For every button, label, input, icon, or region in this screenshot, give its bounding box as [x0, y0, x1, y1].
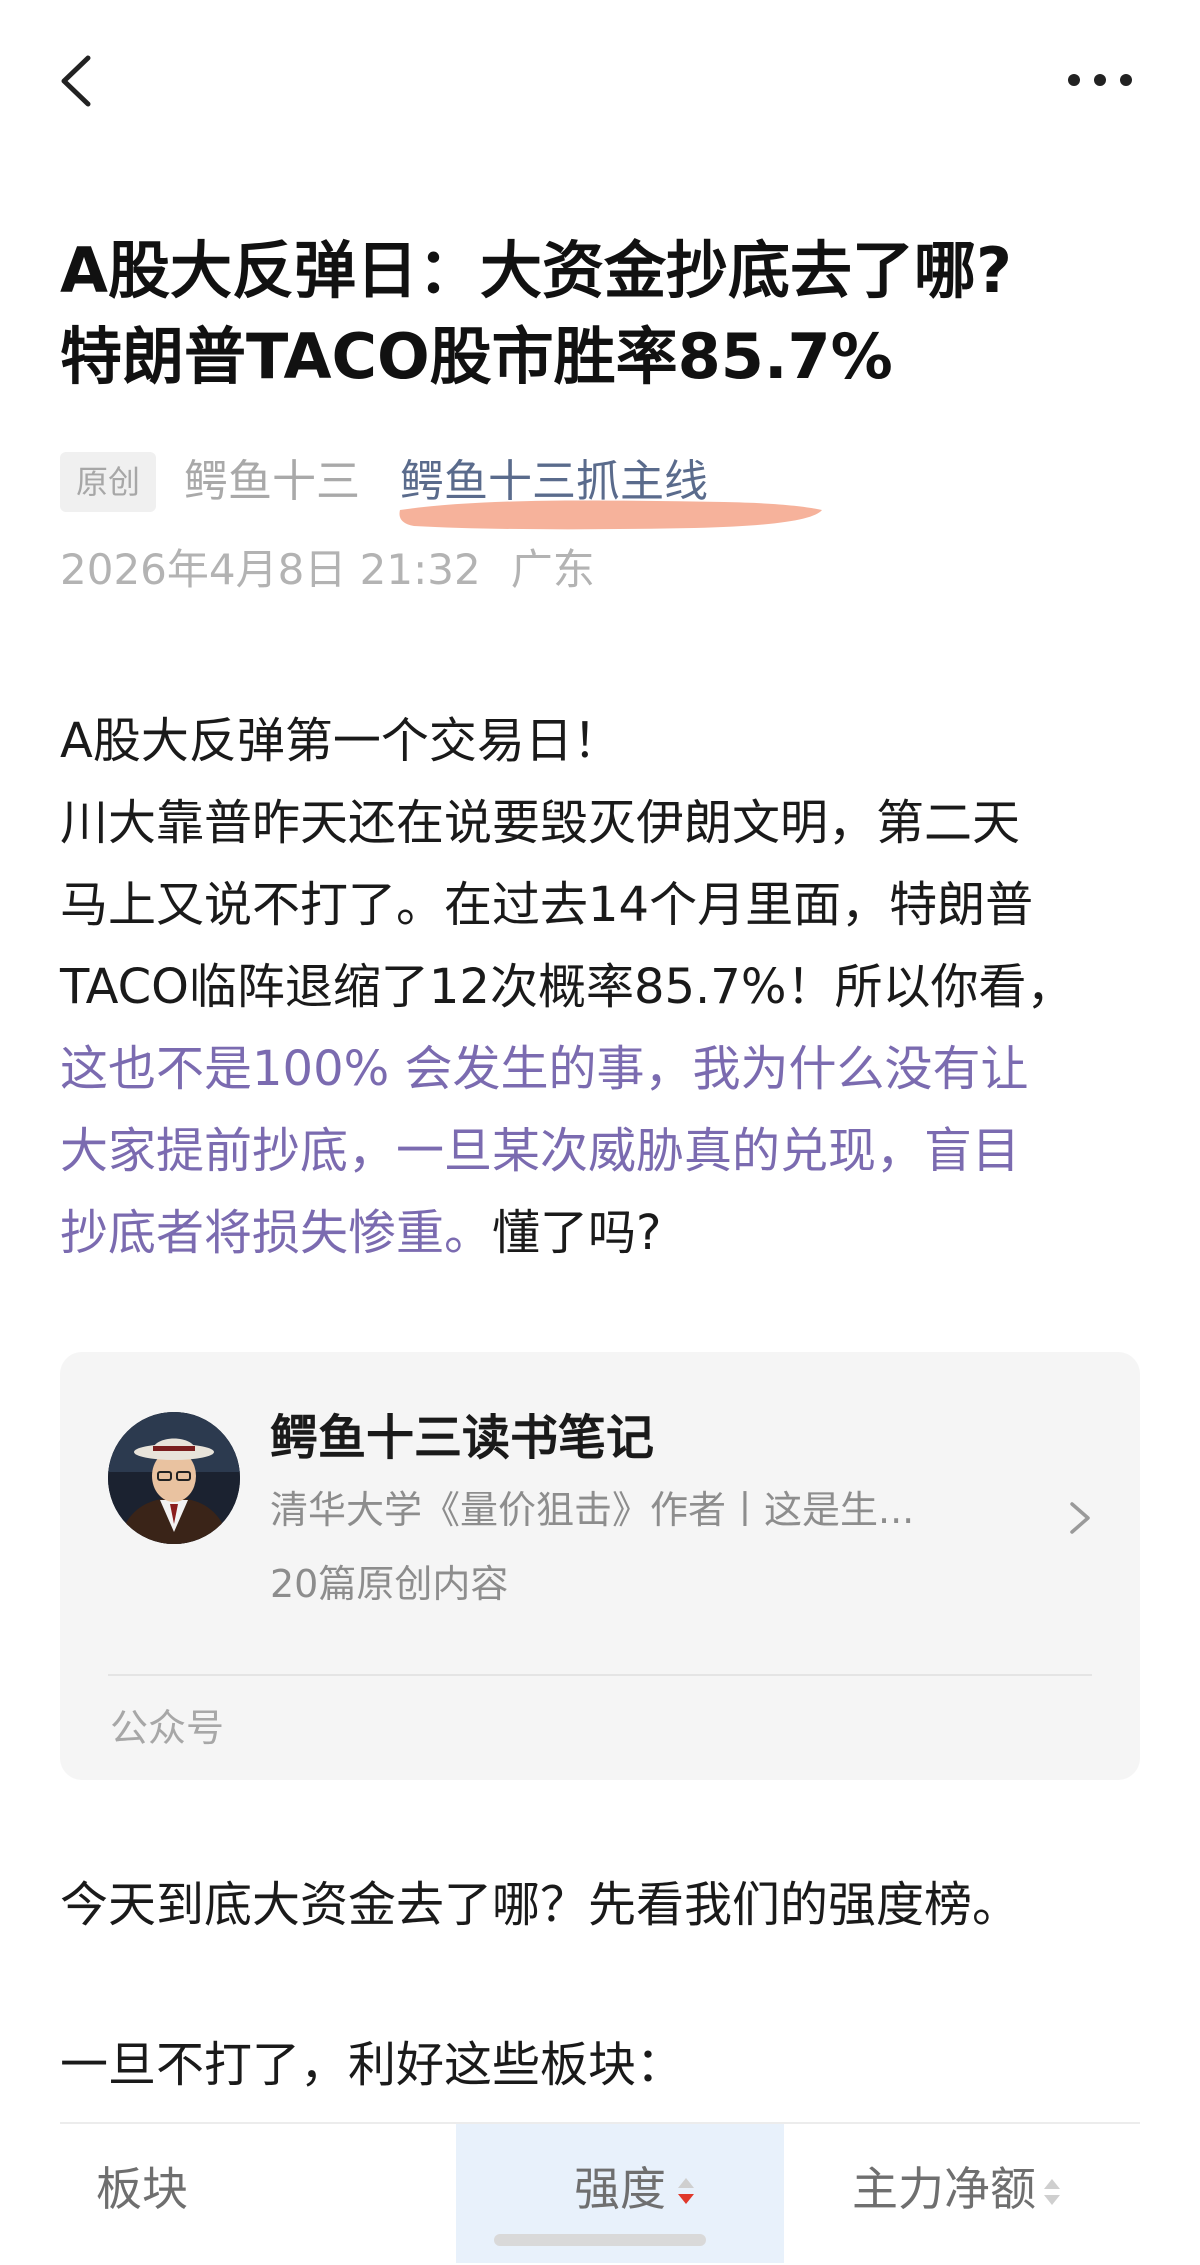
account-type-label: 公众号	[110, 1706, 225, 1750]
publish-date: 2026年4月8日 21:32	[60, 545, 481, 594]
highlighted-text: 抄底者将损失惨重。	[60, 1205, 493, 1261]
chevron-right-icon[interactable]	[1060, 1490, 1100, 1546]
account-description: 清华大学《量价狙击》作者丨这是生...	[270, 1488, 915, 1532]
more-dots-icon[interactable]	[1060, 58, 1140, 102]
account-card[interactable]: 鳄鱼十三读书笔记 清华大学《量价狙击》作者丨这是生... 20篇原创内容 公众号	[60, 1352, 1140, 1780]
card-divider	[108, 1674, 1092, 1676]
header-label: 主力净额	[852, 2162, 1036, 2216]
author-name[interactable]: 鳄鱼十三	[184, 452, 360, 512]
column-header-net-flow[interactable]: 主力净额	[852, 2124, 1064, 2263]
article-title: A股大反弹日：大资金抄底去了哪? 特朗普TACO股市胜率85.7%	[60, 228, 1150, 400]
original-badge: 原创	[60, 452, 156, 512]
highlighted-line: 这也不是100% 会发生的事，我为什么没有让	[60, 1041, 1029, 1097]
body-line: 川大靠普昨天还在说要毁灭伊朗文明，第二天	[60, 795, 1021, 851]
avatar-portrait-icon	[108, 1412, 240, 1544]
title-line-2: 特朗普TACO股市胜率85.7%	[60, 320, 893, 393]
column-header-sector[interactable]: 板块	[96, 2124, 188, 2263]
body-line: 马上又说不打了。在过去14个月里面，特朗普	[60, 877, 1034, 933]
account-link[interactable]: 鳄鱼十三抓主线	[400, 452, 708, 512]
sort-desc-icon	[678, 2178, 694, 2204]
body-line: TACO临阵退缩了12次概率85.7%！所以你看，	[60, 959, 1075, 1015]
body-paragraph-3: 一旦不打了，利好这些板块：	[60, 2037, 685, 2093]
body-paragraph-2: 今天到底大资金去了哪？先看我们的强度榜。	[60, 1877, 1021, 1933]
title-line-1: A股大反弹日：大资金抄底去了哪?	[60, 234, 1012, 307]
body-paragraph-1: A股大反弹第一个交易日！ 川大靠普昨天还在说要毁灭伊朗文明，第二天 马上又说不打…	[60, 700, 1150, 1274]
back-arrow-icon[interactable]	[50, 46, 110, 116]
publish-info: 2026年4月8日 21:32 广东	[60, 540, 595, 600]
home-indicator	[494, 2234, 706, 2246]
sort-icon	[1044, 2178, 1060, 2205]
avatar	[108, 1412, 240, 1544]
body-line: A股大反弹第一个交易日！	[60, 713, 621, 769]
body-line-mixed: 抄底者将损失惨重。懂了吗?	[60, 1192, 1150, 1274]
highlighted-line: 大家提前抄底，一旦某次威胁真的兑现，盲目	[60, 1123, 1021, 1179]
account-article-count: 20篇原创内容	[270, 1562, 509, 1606]
publish-location: 广东	[510, 545, 595, 594]
article-meta: 原创 鳄鱼十三 鳄鱼十三抓主线	[60, 452, 1160, 530]
header-label: 板块	[96, 2162, 188, 2216]
top-bar	[0, 0, 1200, 160]
body-text: 懂了吗?	[492, 1205, 662, 1261]
account-name: 鳄鱼十三读书笔记	[270, 1410, 655, 1466]
